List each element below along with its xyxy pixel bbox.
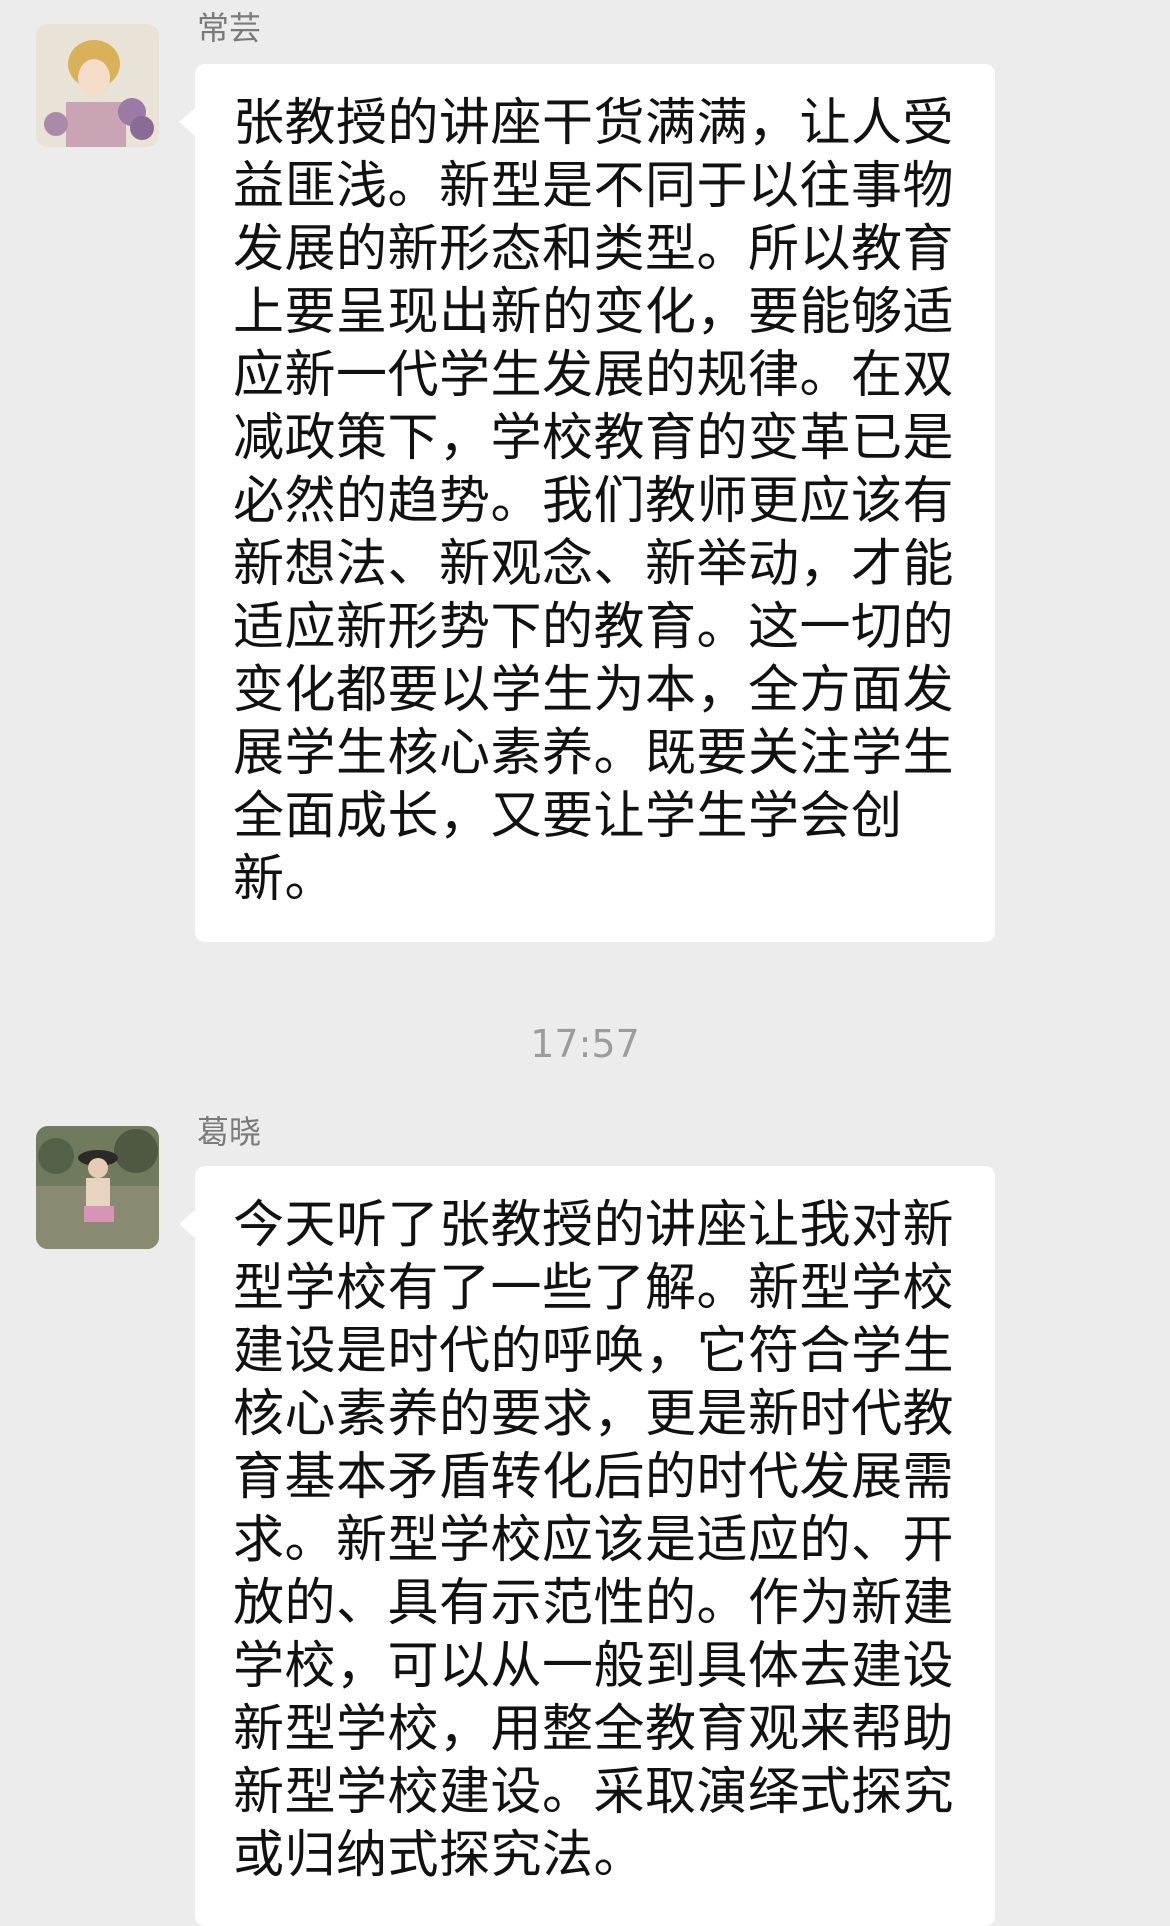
sender-name: 常芸 (197, 9, 262, 47)
avatar[interactable] (36, 24, 159, 147)
sender-name: 葛晓 (197, 1113, 262, 1151)
message-bubble[interactable]: 张教授的讲座干货满满，让人受 益匪浅。新型是不同于以往事物 发展的新形态和类型。… (179, 64, 995, 942)
avatar[interactable] (36, 1126, 159, 1249)
child-photo-avatar-icon (36, 1126, 159, 1249)
message-bubble[interactable]: 今天听了张教授的讲座让我对新 型学校有了一些了解。新型学校 建设是时代的呼唤，它… (179, 1166, 995, 1926)
message-text: 今天听了张教授的讲座让我对新 型学校有了一些了解。新型学校 建设是时代的呼唤，它… (233, 1196, 955, 1885)
timestamp: 17:57 (530, 1022, 640, 1066)
message-text: 张教授的讲座干货满满，让人受 益匪浅。新型是不同于以往事物 发展的新形态和类型。… (233, 94, 955, 909)
illustrated-woman-avatar-icon (36, 24, 159, 147)
